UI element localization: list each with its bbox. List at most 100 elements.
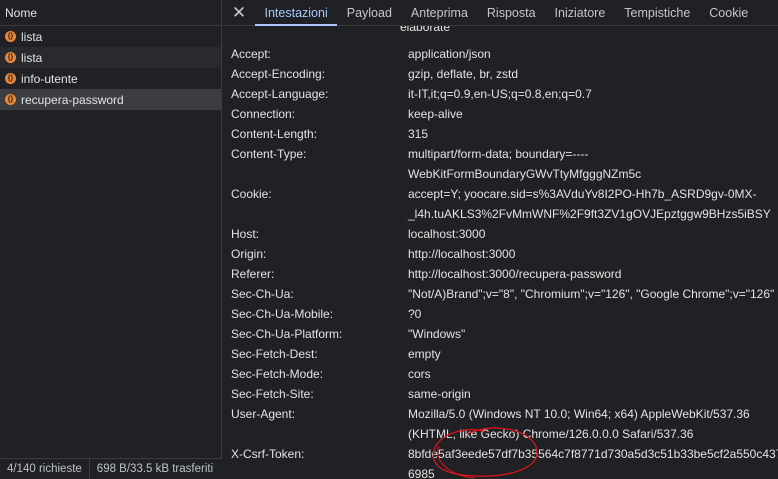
- header-row: Sec-Fetch-Dest: empty: [223, 344, 778, 364]
- header-row: Accept: application/json: [223, 44, 778, 64]
- tab-payload[interactable]: Payload: [337, 0, 401, 25]
- header-name: Sec-Fetch-Mode:: [231, 367, 324, 381]
- header-row: Sec-Ch-Ua-Mobile: ?0: [223, 304, 778, 324]
- header-row: Sec-Ch-Ua-Platform: "Windows": [223, 324, 778, 344]
- header-row: Origin: http://localhost:3000: [223, 244, 778, 264]
- header-value-line: empty: [408, 347, 441, 361]
- header-name: Host:: [231, 227, 260, 241]
- tab-risposta[interactable]: Risposta: [477, 0, 545, 25]
- header-name: Connection:: [231, 107, 296, 121]
- header-value[interactable]: http://localhost:3000: [408, 244, 778, 264]
- request-row[interactable]: {} recupera-password: [0, 89, 221, 110]
- header-value-line: http://localhost:3000: [408, 247, 516, 261]
- header-name: Content-Type:: [231, 147, 307, 161]
- header-value-line: keep-alive: [408, 107, 463, 121]
- header-value[interactable]: application/json: [408, 44, 778, 64]
- header-value[interactable]: cors: [408, 364, 778, 384]
- request-list-panel: Nome {} lista {} lista {} info-utente {} recupe…: [0, 0, 222, 479]
- header-value-line: multipart/form-data; boundary=----: [408, 147, 589, 161]
- tab-cookie[interactable]: Cookie: [700, 0, 758, 25]
- header-value-line: it-IT,it;q=0.9,en-US;q=0.8,en;q=0.7: [408, 87, 592, 101]
- header-value-line: 8bfde5af3eede57df7b35564c7f8771d730a5d3c…: [408, 447, 778, 461]
- tab-intestazioni[interactable]: Intestazioni: [255, 0, 338, 26]
- header-value[interactable]: it-IT,it;q=0.9,en-US;q=0.8,en;q=0.7: [408, 84, 778, 104]
- header-value-line: 6985: [408, 467, 435, 479]
- tab-iniziatore[interactable]: Iniziatore: [545, 0, 615, 25]
- header-name: Origin:: [231, 247, 267, 261]
- header-value[interactable]: ?0: [408, 304, 778, 324]
- fetch-icon: {}: [5, 94, 16, 105]
- header-name: Sec-Fetch-Dest:: [231, 347, 318, 361]
- header-value[interactable]: multipart/form-data; boundary=---- WebKit…: [408, 144, 778, 184]
- header-value-line: application/json: [408, 47, 491, 61]
- header-row: Sec-Fetch-Site: same-origin: [223, 384, 778, 404]
- request-row[interactable]: {} lista: [0, 47, 221, 68]
- header-value-line: http://localhost:3000/recupera-password: [408, 267, 622, 281]
- header-value-line: "Windows": [408, 327, 466, 341]
- request-row[interactable]: {} lista: [0, 26, 221, 47]
- header-value[interactable]: "Windows": [408, 324, 778, 344]
- request-headers-list: Accept: application/json Accept-Encoding: g…: [223, 44, 778, 479]
- header-name: User-Agent:: [231, 407, 296, 421]
- header-value[interactable]: localhost:3000: [408, 224, 778, 244]
- header-value[interactable]: "Not/A)Brand";v="8", "Chromium";v="126",…: [408, 284, 778, 304]
- header-value-line: Mozilla/5.0 (Windows NT 10.0; Win64; x64…: [408, 407, 750, 421]
- header-value-line: gzip, deflate, br, zstd: [408, 67, 519, 81]
- name-column-header[interactable]: Nome: [0, 0, 221, 26]
- request-row[interactable]: {} info-utente: [0, 68, 221, 89]
- request-name: recupera-password: [21, 92, 124, 107]
- header-row: Connection: keep-alive: [223, 104, 778, 124]
- header-name: Accept:: [231, 47, 272, 61]
- header-name: Accept-Language:: [231, 87, 329, 101]
- header-value[interactable]: same-origin: [408, 384, 778, 404]
- header-row: Host: localhost:3000: [223, 224, 778, 244]
- details-tabbar: ✕ Intestazioni Payload Anteprima Risposta In…: [223, 0, 778, 26]
- header-value-line: cors: [408, 367, 431, 381]
- header-value[interactable]: 8bfde5af3eede57df7b35564c7f8771d730a5d3c…: [408, 444, 778, 479]
- header-value-line: 315: [408, 127, 429, 141]
- tab-anteprima[interactable]: Anteprima: [401, 0, 477, 25]
- request-list: {} lista {} lista {} info-utente {} recupera-pa…: [0, 26, 221, 110]
- transferred-size: 698 B/33.5 kB trasferiti: [96, 463, 214, 475]
- header-name: Sec-Ch-Ua:: [231, 287, 294, 301]
- header-value-line: localhost:3000: [408, 227, 486, 241]
- fetch-icon: {}: [5, 52, 16, 63]
- request-name: lista: [21, 29, 43, 44]
- header-row: Content-Type: multipart/form-data; bounda…: [223, 144, 778, 184]
- header-value[interactable]: 315: [408, 124, 778, 144]
- header-value-line: ?0: [408, 307, 422, 321]
- request-name: info-utente: [21, 71, 78, 86]
- request-name: lista: [21, 50, 43, 65]
- header-name: Cookie:: [231, 187, 272, 201]
- header-value-line: _l4h.tuAKLS3%2FvMmWNF%2F9ft3ZV1gOVJEpztg…: [408, 207, 771, 221]
- header-value[interactable]: empty: [408, 344, 778, 364]
- header-value[interactable]: Mozilla/5.0 (Windows NT 10.0; Win64; x64…: [408, 404, 778, 444]
- devtools-network-panel: Nome {} lista {} lista {} info-utente {} recupe…: [0, 0, 778, 479]
- header-value[interactable]: gzip, deflate, br, zstd: [408, 64, 778, 84]
- header-row: User-Agent: Mozilla/5.0 (Windows NT 10.0;…: [223, 404, 778, 444]
- header-row: Referer: http://localhost:3000/recupera-p…: [223, 264, 778, 284]
- header-row: Sec-Ch-Ua: "Not/A)Brand";v="8", "Chromium…: [223, 284, 778, 304]
- header-row: Accept-Language: it-IT,it;q=0.9,en-US;q=0…: [223, 84, 778, 104]
- header-name: Sec-Fetch-Site:: [231, 387, 314, 401]
- header-value[interactable]: keep-alive: [408, 104, 778, 124]
- header-row: Accept-Encoding: gzip, deflate, br, zstd: [223, 64, 778, 84]
- header-name: Content-Length:: [231, 127, 318, 141]
- close-icon[interactable]: ✕: [223, 0, 255, 25]
- header-value[interactable]: http://localhost:3000/recupera-password: [408, 264, 778, 284]
- header-value[interactable]: accept=Y; yoocare.sid=s%3AVduYv8I2PO-Hh7…: [408, 184, 778, 224]
- fetch-icon: {}: [5, 31, 16, 42]
- tab-tempistiche[interactable]: Tempistiche: [615, 0, 700, 25]
- header-row: Content-Length: 315: [223, 124, 778, 144]
- header-value-line: accept=Y; yoocare.sid=s%3AVduYv8I2PO-Hh7…: [408, 187, 757, 201]
- header-value-line: WebKitFormBoundaryGWvTtyMfgggNZm5c: [408, 167, 642, 181]
- header-name: X-Csrf-Token:: [231, 447, 305, 461]
- requests-count: 4/140 richieste: [7, 463, 82, 475]
- header-name: Sec-Ch-Ua-Mobile:: [231, 307, 334, 321]
- header-name: Referer:: [231, 267, 275, 281]
- request-details-panel: ✕ Intestazioni Payload Anteprima Risposta In…: [223, 0, 778, 479]
- header-row: Cookie: accept=Y; yoocare.sid=s%3AVduYv8I…: [223, 184, 778, 224]
- header-row: X-Csrf-Token: 8bfde5af3eede57df7b35564c7f…: [223, 444, 778, 479]
- header-value-line: (KHTML, like Gecko) Chrome/126.0.0.0 Saf…: [408, 427, 694, 441]
- header-value-line: "Not/A)Brand";v="8", "Chromium";v="126",…: [408, 287, 775, 301]
